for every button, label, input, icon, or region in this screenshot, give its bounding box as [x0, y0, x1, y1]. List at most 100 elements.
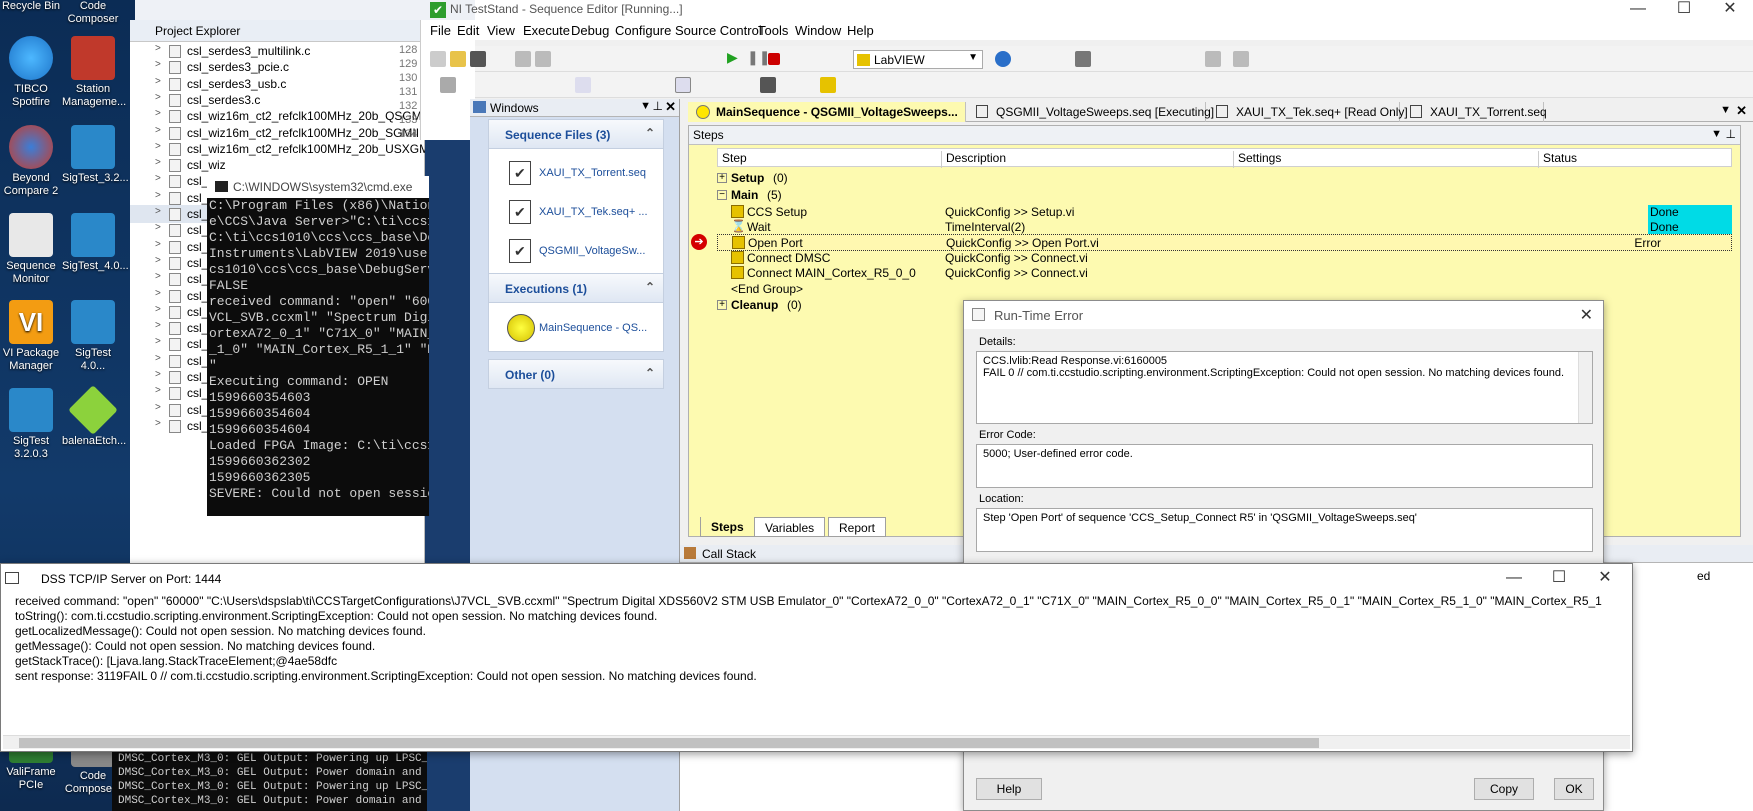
redo-icon[interactable]	[535, 51, 551, 67]
chevron-right-icon[interactable]: >	[155, 271, 161, 282]
menu-file[interactable]: File	[430, 23, 451, 38]
beyond-compare-icon[interactable]: Beyond Compare 2	[0, 125, 62, 198]
copy-button[interactable]: Copy	[1474, 778, 1534, 800]
chevron-right-icon[interactable]: >	[155, 222, 161, 233]
executions-header[interactable]: Executions (1) ⌃	[488, 273, 664, 303]
column-status[interactable]: Status	[1538, 151, 1577, 168]
chevron-right-icon[interactable]: >	[155, 141, 161, 152]
close-icon[interactable]: ✕	[1580, 305, 1593, 325]
error-code-field[interactable]: 5000; User-defined error code.	[976, 444, 1593, 488]
tree-item[interactable]: > csl_serdes3_multilink.c	[130, 42, 425, 60]
code-composer-icon[interactable]: Code Composer	[62, 0, 124, 26]
toolbar-icon[interactable]	[675, 77, 691, 93]
expand-icon[interactable]: +	[717, 173, 727, 183]
forward-icon[interactable]	[1233, 51, 1249, 67]
minimize-button[interactable]: —	[1491, 564, 1537, 592]
help-button[interactable]: Help	[976, 778, 1042, 800]
sequence-file-item[interactable]: XAUI_TX_Torrent.seq	[489, 153, 663, 192]
project-explorer-tab[interactable]: Project Explorer	[130, 20, 424, 42]
scrollbar-thumb[interactable]	[19, 738, 1319, 748]
chevron-right-icon[interactable]: >	[155, 59, 161, 70]
menu-source-control[interactable]: Source Control	[675, 23, 762, 38]
toolbar-icon[interactable]	[760, 77, 776, 93]
close-button[interactable]: ✕	[1582, 564, 1628, 592]
menu-edit[interactable]: Edit	[457, 23, 479, 38]
toolbar-icon[interactable]	[575, 77, 591, 93]
tab-report[interactable]: Report	[828, 517, 887, 537]
collapse-icon[interactable]: ⌃	[645, 280, 655, 294]
chevron-right-icon[interactable]: >	[155, 239, 161, 250]
expand-icon[interactable]: +	[717, 300, 727, 310]
pin-icon[interactable]: ⊥	[1726, 127, 1736, 141]
chevron-right-icon[interactable]: >	[155, 92, 161, 103]
cmd-window[interactable]: C:\WINDOWS\system32\cmd.exe C:\Program F…	[207, 176, 429, 516]
tab-qsgmii-seq[interactable]: QSGMII_VoltageSweeps.seq [Executing]	[968, 102, 1214, 122]
save-icon[interactable]	[470, 51, 486, 67]
chevron-right-icon[interactable]: >	[155, 336, 161, 347]
chevron-right-icon[interactable]: >	[155, 288, 161, 299]
menu-execute[interactable]: Execute	[523, 23, 570, 38]
tree-item[interactable]: > csl_serdes3.c	[130, 91, 425, 109]
pause-icon[interactable]: ❚❚	[747, 49, 770, 65]
sequence-files-header[interactable]: Sequence Files (3) ⌃	[488, 119, 664, 149]
search-icon[interactable]	[1075, 51, 1091, 67]
details-scrollbar[interactable]	[1578, 352, 1592, 423]
column-settings[interactable]: Settings	[1233, 151, 1281, 168]
run-icon[interactable]: ▶	[727, 49, 743, 65]
maximize-button[interactable]: ☐	[1536, 564, 1582, 592]
chevron-right-icon[interactable]: >	[155, 76, 161, 87]
chevron-right-icon[interactable]: >	[155, 304, 161, 315]
tree-item[interactable]: > csl_serdes3_pcie.c	[130, 58, 425, 76]
menu-help[interactable]: Help	[847, 23, 874, 38]
chevron-right-icon[interactable]: >	[155, 206, 161, 217]
tibco-spotfire-icon[interactable]: TIBCO Spotfire	[0, 36, 62, 109]
sequence-monitor-icon[interactable]: Sequence Monitor	[0, 213, 62, 286]
tree-item[interactable]: > csl_wiz16m_ct2_refclk100MHz_20b_QSGM	[130, 107, 425, 125]
chevron-right-icon[interactable]: >	[155, 418, 161, 429]
main-group-row[interactable]: − Main (5)	[717, 187, 1732, 204]
collapse-icon[interactable]: −	[717, 190, 727, 200]
vi-package-manager-icon[interactable]: VI VI Package Manager	[0, 300, 62, 373]
setup-group-row[interactable]: + Setup (0)	[717, 170, 1732, 187]
tree-item[interactable]: > csl_serdes3_usb.c	[130, 75, 425, 93]
sequence-file-item[interactable]: XAUI_TX_Tek.seq+ ...	[489, 192, 663, 231]
teststand-title-bar[interactable]: ✔ NI TestStand - Sequence Editor [Runnin…	[430, 0, 1753, 20]
chevron-right-icon[interactable]: >	[155, 157, 161, 168]
close-icon[interactable]: ✕	[1736, 103, 1747, 119]
sigtest-icon[interactable]: SigTest_3.2...	[62, 125, 129, 185]
tree-item[interactable]: > csl_wiz16m_ct2_refclk100MHz_20b_SGMII.	[130, 124, 425, 142]
step-row-selected[interactable]: ➔ Open Port QuickConfig >> Open Port.vi Err…	[691, 234, 1732, 251]
balena-etcher-icon[interactable]: balenaEtch...	[62, 385, 126, 448]
menu-configure[interactable]: Configure	[615, 23, 671, 38]
tab-variables[interactable]: Variables	[754, 517, 826, 537]
menu-debug[interactable]: Debug	[571, 23, 609, 38]
chevron-right-icon[interactable]: >	[155, 353, 161, 364]
other-header[interactable]: Other (0) ⌃	[488, 359, 664, 389]
location-field[interactable]: Step 'Open Port' of sequence 'CCS_Setup_…	[976, 508, 1593, 552]
cmd-title-bar[interactable]: C:\WINDOWS\system32\cmd.exe	[207, 176, 429, 198]
pin-icon[interactable]: ⊥	[653, 99, 663, 113]
chevron-right-icon[interactable]: >	[155, 385, 161, 396]
sigtest-icon[interactable]: SigTest 3.2.0.3	[0, 388, 62, 461]
tree-item[interactable]: > csl_wiz	[130, 156, 425, 174]
new-icon[interactable]	[430, 51, 446, 67]
chevron-right-icon[interactable]: >	[155, 402, 161, 413]
sigtest-icon[interactable]: SigTest_4.0...	[62, 213, 129, 273]
menu-view[interactable]: View	[487, 23, 515, 38]
collapse-icon[interactable]: ⌃	[645, 126, 655, 140]
dss-log[interactable]: received command: "open" "60000" "C:\Use…	[15, 594, 1622, 732]
toolbar-icon[interactable]	[820, 77, 836, 93]
tab-list-icon[interactable]: ▼	[1720, 104, 1731, 116]
tree-item[interactable]: > csl_wiz16m_ct2_refclk100MHz_20b_USXGM	[130, 140, 425, 158]
tab-steps[interactable]: Steps	[700, 517, 755, 537]
ok-button[interactable]: OK	[1554, 778, 1594, 800]
dropdown-icon[interactable]: ▼	[1711, 128, 1722, 140]
execution-item[interactable]: MainSequence - QS...	[489, 305, 663, 349]
chevron-right-icon[interactable]: >	[155, 369, 161, 380]
open-icon[interactable]	[450, 51, 466, 67]
end-group-row[interactable]: <End Group>	[717, 281, 1732, 298]
back-icon[interactable]	[1205, 51, 1221, 67]
menu-tools[interactable]: Tools	[758, 23, 788, 38]
sigtest-icon[interactable]: SigTest 4.0...	[62, 300, 124, 373]
horizontal-scrollbar[interactable]	[3, 735, 1630, 749]
